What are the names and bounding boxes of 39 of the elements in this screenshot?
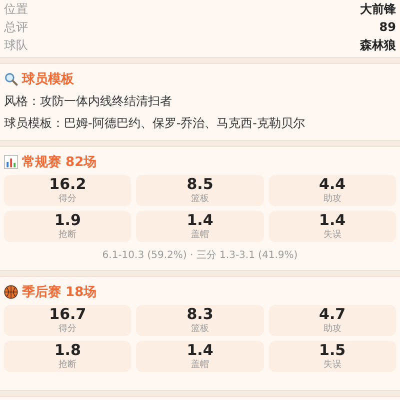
stat-label: 助攻 (323, 193, 342, 205)
stat-label: 失误 (323, 359, 342, 371)
stat-label: 得分 (58, 323, 77, 335)
stat-value: 1.4 (186, 212, 214, 229)
stat-label: 篮板 (190, 193, 209, 205)
bar-chart-icon (4, 155, 18, 169)
section-title: 球员模板 (22, 71, 74, 88)
stat-value: 1.9 (54, 212, 81, 229)
field-label: 球队 (4, 36, 28, 54)
stat-label: 得分 (58, 193, 77, 205)
template-text: 风格：攻防一体内线终结清扫者 (3, 93, 173, 110)
section-title: 常规赛 82场 (22, 154, 97, 171)
stat-label: 盖帽 (190, 359, 209, 371)
stat-value: 4.4 (319, 176, 346, 193)
stat-label: 失误 (323, 229, 342, 241)
stat-label: 助攻 (323, 323, 342, 335)
stat-value: 1.8 (54, 342, 81, 359)
stat-label: 盖帽 (190, 229, 209, 241)
stat-value: 1.5 (319, 342, 346, 359)
stat-value: 1.4 (319, 212, 346, 229)
field-label: 总评 (4, 18, 28, 36)
search-icon (4, 72, 18, 86)
field-value: 大前锋 (360, 0, 396, 18)
field-label: 位置 (4, 0, 28, 18)
stat-value: 1.4 (186, 342, 214, 359)
stat-value: 4.7 (319, 306, 346, 323)
field-value: 89 (379, 20, 396, 34)
stat-label: 抢断 (58, 229, 77, 241)
stat-label: 抢断 (58, 359, 77, 371)
stat-label: 篮板 (190, 323, 209, 335)
basketball-icon (4, 285, 18, 299)
field-value: 森林狼 (360, 36, 396, 54)
template-text: 球员模板：巴姆-阿德巴约、保罗-乔治、马克西-克勒贝尔 (3, 115, 306, 132)
stat-value: 8.5 (186, 176, 214, 193)
stat-value: 8.3 (186, 306, 214, 323)
stat-value: 16.2 (49, 176, 86, 193)
section-title: 季后赛 18场 (22, 284, 97, 301)
stat-value: 16.7 (49, 306, 86, 323)
shooting-stats: 6.1-10.3 (59.2%) · 三分 1.3-3.1 (41.9%) (101, 249, 299, 262)
